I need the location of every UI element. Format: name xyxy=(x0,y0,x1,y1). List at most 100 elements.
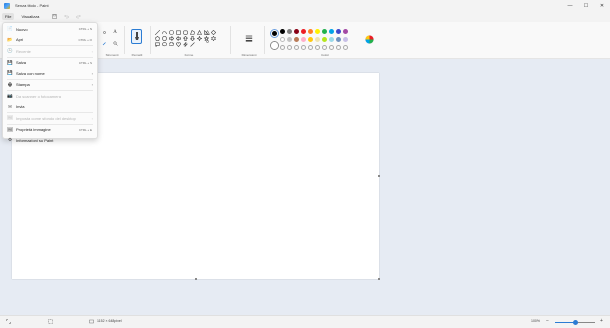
four-point-star-shape[interactable] xyxy=(197,36,202,41)
rectangle-shape[interactable] xyxy=(176,30,181,35)
color-swatch[interactable] xyxy=(280,37,285,42)
color-swatch[interactable] xyxy=(301,37,306,42)
custom-color-slot[interactable] xyxy=(294,45,299,50)
custom-color-slot[interactable] xyxy=(280,45,285,50)
file-menu-item[interactable]: 💾 Salva con nome › xyxy=(3,68,97,79)
color-swatch[interactable] xyxy=(294,37,299,42)
zoom-slider[interactable] xyxy=(555,320,595,325)
file-menu-item-icon: 🖼 xyxy=(7,115,13,121)
custom-color-slot[interactable] xyxy=(308,45,313,50)
brush-shape[interactable] xyxy=(190,42,195,47)
zoom-slider-thumb[interactable] xyxy=(572,320,578,325)
text-tool-icon[interactable]: A xyxy=(112,29,118,35)
fill-icon[interactable] xyxy=(101,29,107,35)
custom-color-slot[interactable] xyxy=(287,45,292,50)
diamond-shape[interactable] xyxy=(211,30,216,35)
color-swatch[interactable] xyxy=(287,29,292,34)
custom-color-slot[interactable] xyxy=(322,45,327,50)
color-swatch[interactable] xyxy=(322,37,327,42)
color-swatch[interactable] xyxy=(308,37,313,42)
down-arrow-shape[interactable] xyxy=(190,36,195,41)
canvas-resize-handle-right[interactable] xyxy=(378,175,380,177)
canvas-resize-handle-bottom[interactable] xyxy=(195,278,197,280)
color-swatch[interactable] xyxy=(343,37,348,42)
color-swatch[interactable] xyxy=(315,29,320,34)
color-swatch[interactable] xyxy=(315,37,320,42)
file-menu-item[interactable]: 🖶 Stampa › xyxy=(3,80,97,91)
color-swatch[interactable] xyxy=(301,29,306,34)
color-swatch[interactable] xyxy=(336,37,341,42)
lightning-shape[interactable] xyxy=(183,42,188,47)
magnifier-icon[interactable] xyxy=(112,40,118,46)
color-swatch[interactable] xyxy=(329,29,334,34)
menu-view[interactable]: Visualizza xyxy=(18,13,42,20)
file-menu-item[interactable]: 💾 Salva CTRL + S xyxy=(3,58,97,69)
zoom-level[interactable]: 100% xyxy=(531,319,540,323)
file-menu-item-shortcut: CTRL + N xyxy=(78,27,92,32)
colors-group: Colori xyxy=(266,25,384,59)
zoom-in-button[interactable]: + xyxy=(600,318,603,324)
custom-color-slot[interactable] xyxy=(343,45,348,50)
selection-size-icon xyxy=(48,319,53,325)
color-swatch[interactable] xyxy=(336,29,341,34)
shapes-group: Forme xyxy=(153,25,225,59)
zoom-out-button[interactable]: − xyxy=(546,318,549,324)
file-menu-item[interactable]: 📄 Nuovo CTRL + N xyxy=(3,24,97,35)
file-menu-item[interactable]: ⚙ Informazioni su Paint xyxy=(3,135,97,146)
six-point-star-shape[interactable] xyxy=(211,36,216,41)
pentagon-shape[interactable] xyxy=(155,36,160,41)
secondary-color[interactable] xyxy=(270,41,279,50)
color-swatch[interactable] xyxy=(294,29,299,34)
file-menu-item-label: Invia xyxy=(16,104,25,110)
maximize-button[interactable]: ☐ xyxy=(578,0,594,11)
custom-color-slot[interactable] xyxy=(336,45,341,50)
file-menu-item-label: Nuovo xyxy=(16,26,28,32)
heart-shape[interactable] xyxy=(176,42,181,47)
close-button[interactable]: ✕ xyxy=(594,0,610,11)
curve-shape[interactable] xyxy=(162,30,167,35)
color-swatch[interactable] xyxy=(308,29,313,34)
menu-file[interactable]: File xyxy=(2,13,15,20)
rounded-rectangle-shape[interactable] xyxy=(183,30,188,35)
minimize-button[interactable]: — xyxy=(562,0,578,11)
color-swatch[interactable] xyxy=(343,29,348,34)
floppy-icon[interactable] xyxy=(50,13,58,21)
cloud-callout-shape[interactable] xyxy=(169,42,174,47)
rounded-callout-shape[interactable] xyxy=(155,42,160,47)
line-size-icon[interactable] xyxy=(244,33,254,43)
status-bar: 1152 × 648pixel 100% − + xyxy=(0,315,610,328)
color-swatch[interactable] xyxy=(322,29,327,34)
undo-icon[interactable] xyxy=(62,13,70,21)
file-menu-item[interactable]: 🖼 Proprietà immagine CTRL + E xyxy=(3,125,97,136)
shape-outline-icon[interactable] xyxy=(203,29,211,35)
polygon-shape[interactable] xyxy=(190,30,195,35)
custom-color-slot[interactable] xyxy=(315,45,320,50)
line-shape[interactable] xyxy=(155,30,160,35)
oval-callout-shape[interactable] xyxy=(162,42,167,47)
submenu-chevron-icon: › xyxy=(91,115,93,121)
redo-icon[interactable] xyxy=(74,13,82,21)
canvas-resize-handle-corner[interactable] xyxy=(378,278,380,280)
cursor-position-icon xyxy=(6,319,11,325)
file-menu-item[interactable]: 📂 Apri CTRL + O xyxy=(3,35,97,46)
brush-icon[interactable] xyxy=(131,29,142,44)
color-picker-icon[interactable] xyxy=(101,40,107,46)
file-menu-item-label: Apri xyxy=(16,37,24,43)
left-arrow-shape[interactable] xyxy=(176,36,181,41)
color-swatch[interactable] xyxy=(329,37,334,42)
shape-fill-icon[interactable] xyxy=(203,38,211,44)
file-menu-item-shortcut: CTRL + S xyxy=(78,60,92,65)
custom-color-slot[interactable] xyxy=(329,45,334,50)
file-menu-item[interactable]: ✉ Invia xyxy=(3,102,97,113)
custom-color-slot[interactable] xyxy=(301,45,306,50)
submenu-chevron-icon: › xyxy=(91,70,93,76)
primary-color[interactable] xyxy=(270,29,279,38)
triangle-shape[interactable] xyxy=(197,30,202,35)
edit-colors-icon[interactable] xyxy=(364,34,374,44)
up-arrow-shape[interactable] xyxy=(183,36,188,41)
hexagon-shape[interactable] xyxy=(162,36,167,41)
color-swatch[interactable] xyxy=(287,37,292,42)
oval-shape[interactable] xyxy=(169,30,174,35)
right-arrow-shape[interactable] xyxy=(169,36,174,41)
color-swatch[interactable] xyxy=(280,29,285,34)
